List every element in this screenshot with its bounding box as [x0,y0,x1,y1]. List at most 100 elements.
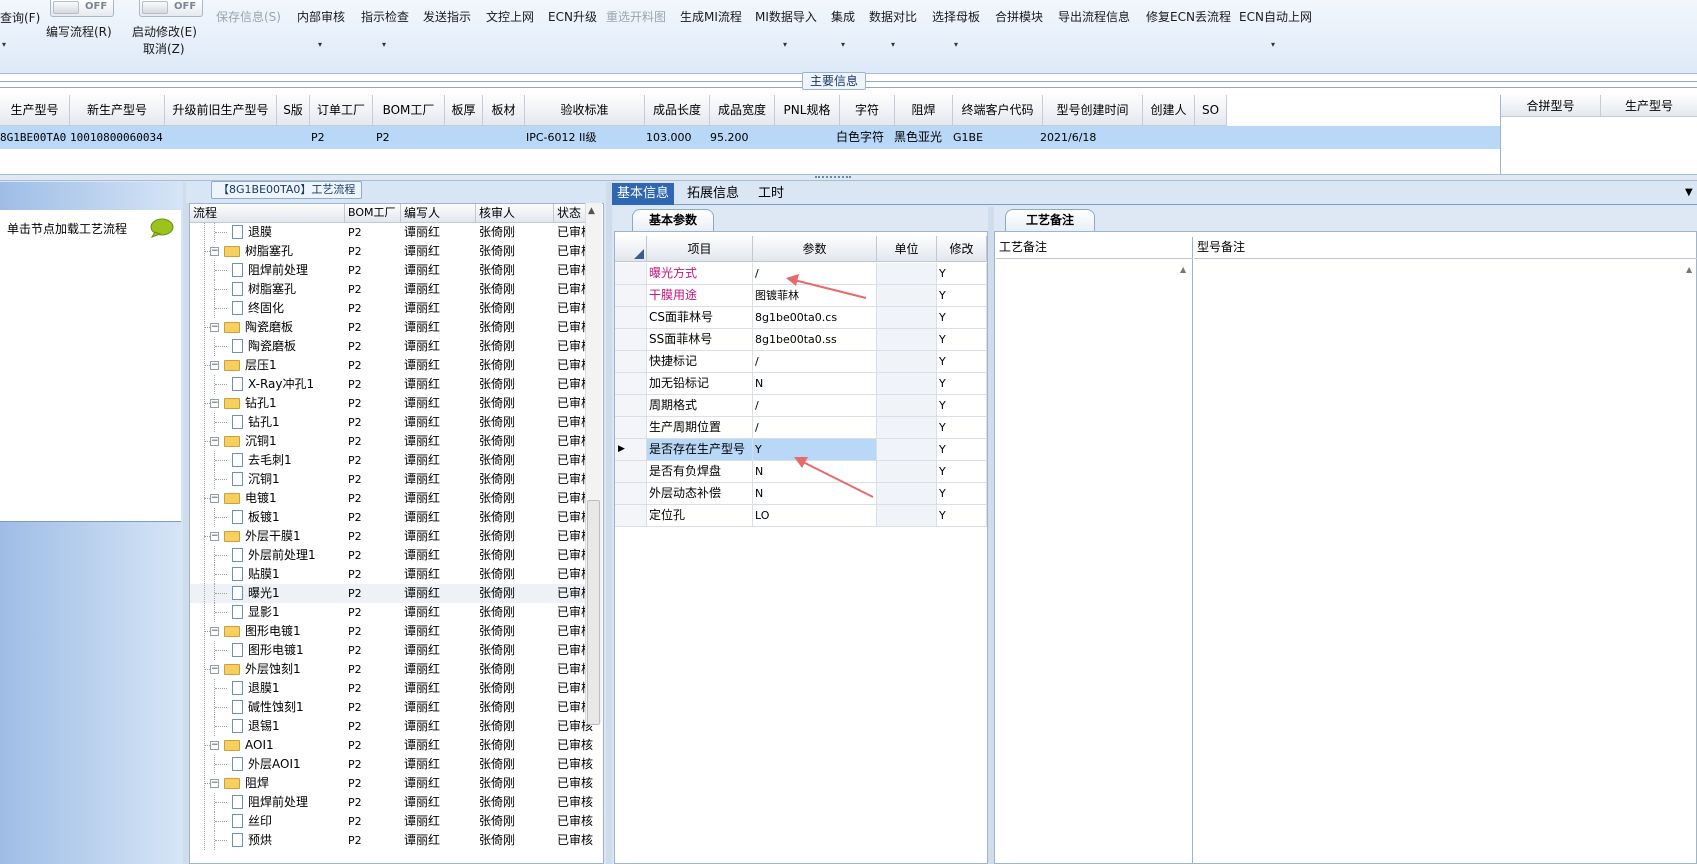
collapse-icon[interactable]: − [210,323,219,332]
repair-ecn-flow-button[interactable]: 修复ECN丢流程 [1146,8,1231,25]
param-value[interactable]: N [753,373,877,394]
col-header-model-create-time[interactable]: 型号创建时间 [1043,95,1143,126]
param-modify[interactable]: Y [937,373,987,394]
doc-control-online-button[interactable]: 文控上网 [486,8,534,25]
chat-bubble-icon[interactable] [149,218,174,238]
param-value[interactable]: N [753,461,877,482]
param-value[interactable]: 8g1be00ta0.ss [753,329,877,350]
param-row[interactable]: CS面菲林号 8g1be00ta0.cs Y [615,307,987,329]
param-unit[interactable] [877,505,937,526]
col-header-status[interactable]: 状态 [554,204,586,223]
col-header-board-thickness[interactable]: 板厚 [445,95,483,126]
tree-node-row[interactable]: 曝光1 P2 谭丽红 张倚刚 已审核 [190,584,593,603]
save-info-button[interactable]: 保存信息(S) [216,8,281,25]
tree-node-row[interactable]: X-Ray冲孔1 P2 谭丽红 张倚刚 已审核 [190,375,593,394]
tree-node-row[interactable]: 外层前处理1 P2 谭丽红 张倚刚 已审核 [190,546,593,565]
write-flow-button[interactable]: 编写流程(R) [46,23,112,40]
param-row[interactable]: 加无铅标记 N Y [615,373,987,395]
export-flow-info-button[interactable]: 导出流程信息 [1058,8,1130,25]
param-unit[interactable] [877,417,937,438]
col-header-end-customer-code[interactable]: 终端客户代码 [953,95,1043,126]
param-unit[interactable] [877,351,937,372]
tree-node-row[interactable]: 显影1 P2 谭丽红 张倚刚 已审核 [190,603,593,622]
param-modify[interactable]: Y [937,307,987,328]
tree-node-row[interactable]: 阻焊前处理 P2 谭丽红 张倚刚 已审核 [190,261,593,280]
cancel-button[interactable]: 取消(Z) [143,40,185,57]
row-indicator[interactable] [615,461,647,482]
param-modify[interactable]: Y [937,263,987,284]
collapse-icon[interactable]: − [210,361,219,370]
param-value[interactable]: / [753,417,877,438]
internal-review-dropdown-arrow[interactable]: ▾ [318,40,322,49]
process-flow-tree[interactable]: 流程 BOM工厂 编写人 核审人 状态 退膜 P2 谭丽红 张倚刚 已审核 − 树脂塞孔 P2… [189,203,604,864]
param-value[interactable]: LO [753,505,877,526]
scroll-up-icon[interactable]: ▲ [588,206,595,216]
col-header-flow[interactable]: 流程 [190,204,345,223]
param-row[interactable]: 曝光方式 / Y [615,263,987,285]
col-header-merge-model[interactable]: 合拼型号 [1501,95,1601,117]
collapse-icon[interactable]: − [210,627,219,636]
integration-button[interactable]: 集成 [831,8,855,25]
collapse-icon[interactable]: − [210,437,219,446]
notes-scroll-up-icon[interactable]: ▲ [1180,265,1186,274]
param-modify[interactable]: Y [937,461,987,482]
param-value[interactable]: / [753,351,877,372]
col-header-s-version[interactable]: S版 [277,95,310,126]
param-row[interactable]: SS面菲林号 8g1be00ta0.ss Y [615,329,987,351]
select-mother-board-button[interactable]: 选择母板 [932,8,980,25]
col-header-order-factory[interactable]: 订单工厂 [310,95,373,126]
col-header-so[interactable]: SO [1195,95,1227,126]
col-header-new-production-model[interactable]: 新生产型号 [70,95,165,126]
tab-menu-arrow-icon[interactable]: ▼ [1685,187,1693,198]
param-row[interactable]: 定位孔 LO Y [615,505,987,527]
col-header-production-model[interactable]: 生产型号 [0,95,70,126]
instruction-check-dropdown-arrow[interactable]: ▾ [382,40,386,49]
col-header-unit[interactable]: 单位 [877,236,937,262]
tree-node-row[interactable]: 钻孔1 P2 谭丽红 张倚刚 已审核 [190,413,593,432]
param-row[interactable]: 是否有负焊盘 N Y [615,461,987,483]
mi-data-import-button[interactable]: MI数据导入 [755,8,817,25]
tree-node-row[interactable]: − 外层蚀刻1 P2 谭丽红 张倚刚 已审核 [190,660,593,679]
row-indicator[interactable] [615,351,647,372]
col-header-finished-width[interactable]: 成品宽度 [710,95,775,126]
query-button[interactable]: 查询(F) [0,9,40,26]
tree-node-row[interactable]: − 阻焊 P2 谭丽红 张倚刚 已审核 [190,774,593,793]
tree-node-row[interactable]: 退膜 P2 谭丽红 张倚刚 已审核 [190,223,593,242]
param-unit[interactable] [877,373,937,394]
tree-node-row[interactable]: − 层压1 P2 谭丽红 张倚刚 已审核 [190,356,593,375]
tree-node-row[interactable]: − 图形电镀1 P2 谭丽红 张倚刚 已审核 [190,622,593,641]
col-header-old-production-model[interactable]: 升级前旧生产型号 [165,95,277,126]
col-header-writer[interactable]: 编写人 [401,204,476,223]
param-value[interactable]: / [753,395,877,416]
param-value[interactable]: Y [753,439,877,460]
ecn-auto-online-button[interactable]: ECN自动上网 [1239,8,1312,25]
row-indicator[interactable] [615,285,647,306]
col-header-reviewer[interactable]: 核审人 [476,204,554,223]
param-unit[interactable] [877,439,937,460]
param-unit[interactable] [877,483,937,504]
param-row[interactable]: 快捷标记 / Y [615,351,987,373]
model-notes-scroll-up-icon[interactable]: ▲ [1686,265,1692,274]
param-modify[interactable]: Y [937,395,987,416]
param-modify[interactable]: Y [937,483,987,504]
param-row[interactable]: 外层动态补偿 N Y [615,483,987,505]
toggle-switch-1[interactable]: OFF [50,0,114,17]
tree-node-row[interactable]: − 树脂塞孔 P2 谭丽红 张倚刚 已审核 [190,242,593,261]
param-unit[interactable] [877,329,937,350]
tree-node-row[interactable]: 贴膜1 P2 谭丽红 张倚刚 已审核 [190,565,593,584]
ecn-auto-online-dropdown-arrow[interactable]: ▾ [1271,40,1275,49]
param-modify[interactable]: Y [937,351,987,372]
tab-working-hours[interactable]: 工时 [753,183,789,205]
merge-module-button[interactable]: 合拼模块 [995,8,1043,25]
col-header-solder-mask[interactable]: 阻焊 [895,95,953,126]
collapse-icon[interactable]: − [210,532,219,541]
tree-node-row[interactable]: 终固化 P2 谭丽红 张倚刚 已审核 [190,299,593,318]
tree-node-row[interactable]: 阻焊前处理 P2 谭丽红 张倚刚 已审核 [190,793,593,812]
col-header-finished-length[interactable]: 成品长度 [645,95,710,126]
basic-params-title[interactable]: 基本参数 [632,209,714,231]
param-row[interactable]: 生产周期位置 / Y [615,417,987,439]
param-unit[interactable] [877,395,937,416]
tab-basic-info[interactable]: 基本信息 [612,183,675,205]
tree-node-row[interactable]: 预烘 P2 谭丽红 张倚刚 已审核 [190,831,593,850]
param-unit[interactable] [877,263,937,284]
